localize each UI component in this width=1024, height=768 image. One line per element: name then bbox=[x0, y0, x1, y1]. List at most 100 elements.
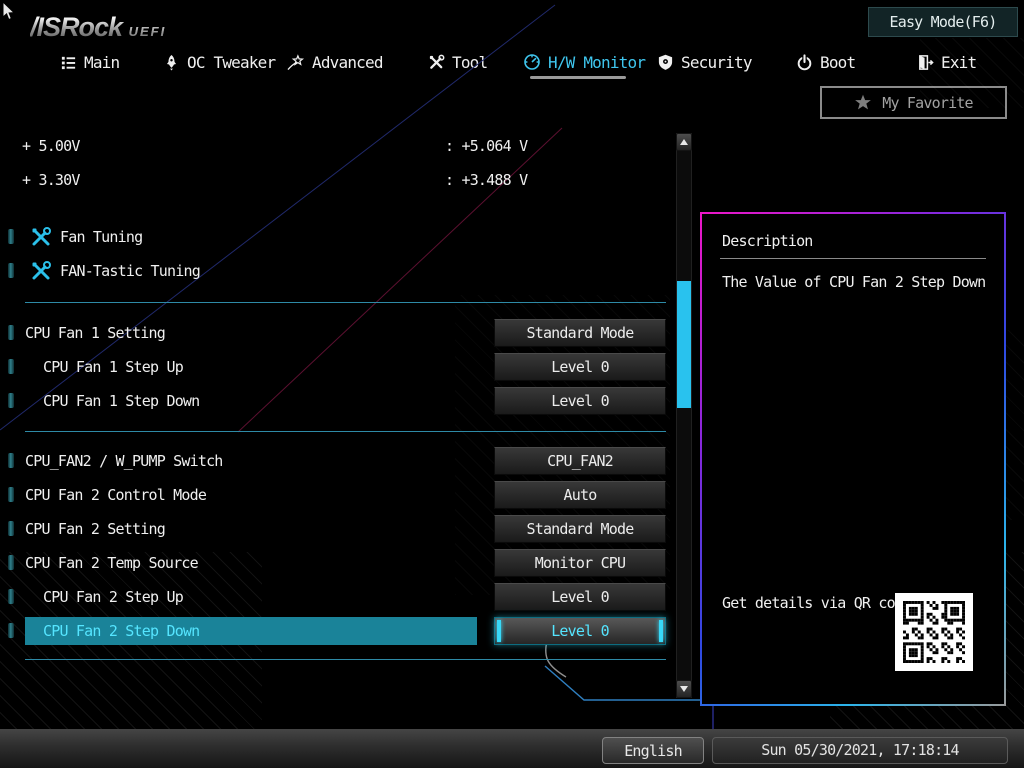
description-panel-body: Description The Value of CPU Fan 2 Step … bbox=[702, 214, 1004, 704]
setting-row-cpu-fan2-temp-source[interactable]: CPU Fan 2 Temp Source Monitor CPU bbox=[0, 549, 670, 577]
setting-label: CPU Fan 1 Step Up bbox=[43, 353, 183, 381]
setting-value-button[interactable]: Monitor CPU bbox=[494, 549, 666, 577]
my-favorite-button[interactable]: My Favorite bbox=[820, 86, 1007, 119]
uefi-screen: /ISRock UEFI Easy Mode(F6) Main OC Tweak… bbox=[0, 0, 1024, 768]
setting-row-cpu-fan2-switch[interactable]: CPU_FAN2 / W_PUMP Switch CPU_FAN2 bbox=[0, 447, 670, 475]
rocket-icon bbox=[163, 54, 180, 71]
setting-value-button[interactable]: Standard Mode bbox=[494, 319, 666, 347]
fan-tools-icon bbox=[30, 226, 52, 248]
setting-row-cpu-fan1-step-down[interactable]: CPU Fan 1 Step Down Level 0 bbox=[0, 387, 670, 415]
fan-tools-icon bbox=[30, 260, 52, 282]
fantastic-tuning-item[interactable]: FAN-Tastic Tuning bbox=[0, 258, 670, 284]
tab-hw-monitor[interactable]: H/W Monitor bbox=[523, 50, 645, 74]
scroll-up-button[interactable] bbox=[676, 133, 692, 151]
qr-caption: Get details via QR code bbox=[722, 593, 912, 614]
tab-label: Advanced bbox=[312, 53, 383, 72]
description-panel: Description The Value of CPU Fan 2 Step … bbox=[700, 212, 1006, 706]
row-marker bbox=[8, 393, 14, 408]
mouse-cursor-icon bbox=[2, 2, 16, 22]
voltage-label: + 3.30V bbox=[22, 170, 80, 190]
setting-row-cpu-fan2-step-down-selected[interactable]: CPU Fan 2 Step Down Level 0 bbox=[0, 617, 670, 645]
divider bbox=[25, 659, 666, 660]
setting-label: CPU Fan 2 Control Mode bbox=[25, 481, 206, 509]
setting-value-button[interactable]: Level 0 bbox=[494, 387, 666, 415]
tab-security[interactable]: Security bbox=[657, 50, 752, 74]
row-marker bbox=[8, 229, 14, 244]
setting-value-button[interactable]: CPU_FAN2 bbox=[494, 447, 666, 475]
language-button[interactable]: English bbox=[602, 737, 704, 764]
setting-row-cpu-fan2-setting[interactable]: CPU Fan 2 Setting Standard Mode bbox=[0, 515, 670, 543]
scrollbar[interactable] bbox=[676, 133, 692, 698]
row-marker bbox=[8, 623, 14, 638]
easy-mode-button[interactable]: Easy Mode(F6) bbox=[868, 7, 1018, 37]
fan-tuning-label: Fan Tuning bbox=[60, 224, 142, 250]
row-marker bbox=[8, 521, 14, 536]
setting-row-cpu-fan1-setting[interactable]: CPU Fan 1 Setting Standard Mode bbox=[0, 319, 670, 347]
fantastic-tuning-label: FAN-Tastic Tuning bbox=[60, 258, 200, 284]
arrow-down-icon bbox=[680, 686, 688, 692]
tab-tool[interactable]: Tool bbox=[428, 50, 487, 74]
tab-label: Exit bbox=[941, 53, 976, 72]
row-marker bbox=[8, 487, 14, 502]
setting-label: CPU Fan 2 Step Down bbox=[43, 617, 199, 645]
setting-label: CPU Fan 2 Step Up bbox=[43, 583, 183, 611]
scrollbar-thumb[interactable] bbox=[677, 281, 691, 408]
setting-row-cpu-fan1-step-up[interactable]: CPU Fan 1 Step Up Level 0 bbox=[0, 353, 670, 381]
tab-boot[interactable]: Boot bbox=[796, 50, 855, 74]
divider bbox=[720, 258, 986, 259]
tab-advanced[interactable]: Advanced bbox=[287, 50, 383, 74]
power-icon bbox=[796, 54, 813, 71]
voltage-value: : +5.064 V bbox=[445, 136, 527, 156]
row-marker bbox=[8, 359, 14, 374]
setting-value-button[interactable]: Level 0 bbox=[494, 353, 666, 381]
row-marker bbox=[8, 555, 14, 570]
tab-label: Boot bbox=[820, 53, 855, 72]
setting-value-button[interactable]: Standard Mode bbox=[494, 515, 666, 543]
active-tab-underline bbox=[530, 76, 626, 79]
setting-value-button[interactable]: Level 0 bbox=[494, 617, 666, 645]
asrock-logo: /ISRock UEFI bbox=[30, 12, 166, 43]
list-icon bbox=[60, 54, 77, 71]
setting-value-button[interactable]: Auto bbox=[494, 481, 666, 509]
setting-row-cpu-fan2-step-up[interactable]: CPU Fan 2 Step Up Level 0 bbox=[0, 583, 670, 611]
tab-label: Main bbox=[84, 53, 119, 72]
row-marker bbox=[8, 325, 14, 340]
divider bbox=[25, 431, 666, 432]
voltage-row: + 5.00V : +5.064 V bbox=[0, 136, 670, 156]
setting-label: CPU Fan 1 Step Down bbox=[43, 387, 199, 415]
tab-label: H/W Monitor bbox=[548, 53, 645, 72]
scroll-down-button[interactable] bbox=[676, 680, 692, 698]
exit-door-icon bbox=[917, 54, 934, 71]
star-wand-icon bbox=[287, 54, 305, 71]
description-text: The Value of CPU Fan 2 Step Down bbox=[722, 272, 992, 293]
setting-label: CPU Fan 2 Temp Source bbox=[25, 549, 198, 577]
voltage-row: + 3.30V : +3.488 V bbox=[0, 170, 670, 190]
tab-main[interactable]: Main bbox=[60, 50, 119, 74]
setting-label: CPU Fan 2 Setting bbox=[25, 515, 165, 543]
star-icon bbox=[854, 94, 872, 111]
uefi-label: UEFI bbox=[129, 24, 167, 39]
my-favorite-label: My Favorite bbox=[882, 94, 973, 112]
datetime-display: Sun 05/30/2021, 17:18:14 bbox=[712, 737, 1008, 764]
gauge-icon bbox=[523, 53, 541, 71]
row-marker bbox=[8, 263, 14, 278]
voltage-label: + 5.00V bbox=[22, 136, 80, 156]
tab-label: Security bbox=[681, 53, 752, 72]
tab-oc-tweaker[interactable]: OC Tweaker bbox=[163, 50, 275, 74]
qr-code bbox=[895, 593, 973, 671]
divider bbox=[25, 302, 666, 303]
row-marker bbox=[8, 589, 14, 604]
setting-value-button[interactable]: Level 0 bbox=[494, 583, 666, 611]
row-marker bbox=[8, 453, 14, 468]
voltage-value: : +3.488 V bbox=[445, 170, 527, 190]
setting-label: CPU Fan 1 Setting bbox=[25, 319, 165, 347]
setting-label: CPU_FAN2 / W_PUMP Switch bbox=[25, 447, 223, 475]
arrow-up-icon bbox=[680, 139, 688, 145]
tab-exit[interactable]: Exit bbox=[917, 50, 976, 74]
tab-label: Tool bbox=[452, 53, 487, 72]
description-title: Description bbox=[722, 232, 813, 250]
setting-row-cpu-fan2-control-mode[interactable]: CPU Fan 2 Control Mode Auto bbox=[0, 481, 670, 509]
fan-tuning-item[interactable]: Fan Tuning bbox=[0, 224, 670, 250]
tools-icon bbox=[428, 54, 445, 71]
tab-label: OC Tweaker bbox=[187, 53, 275, 72]
